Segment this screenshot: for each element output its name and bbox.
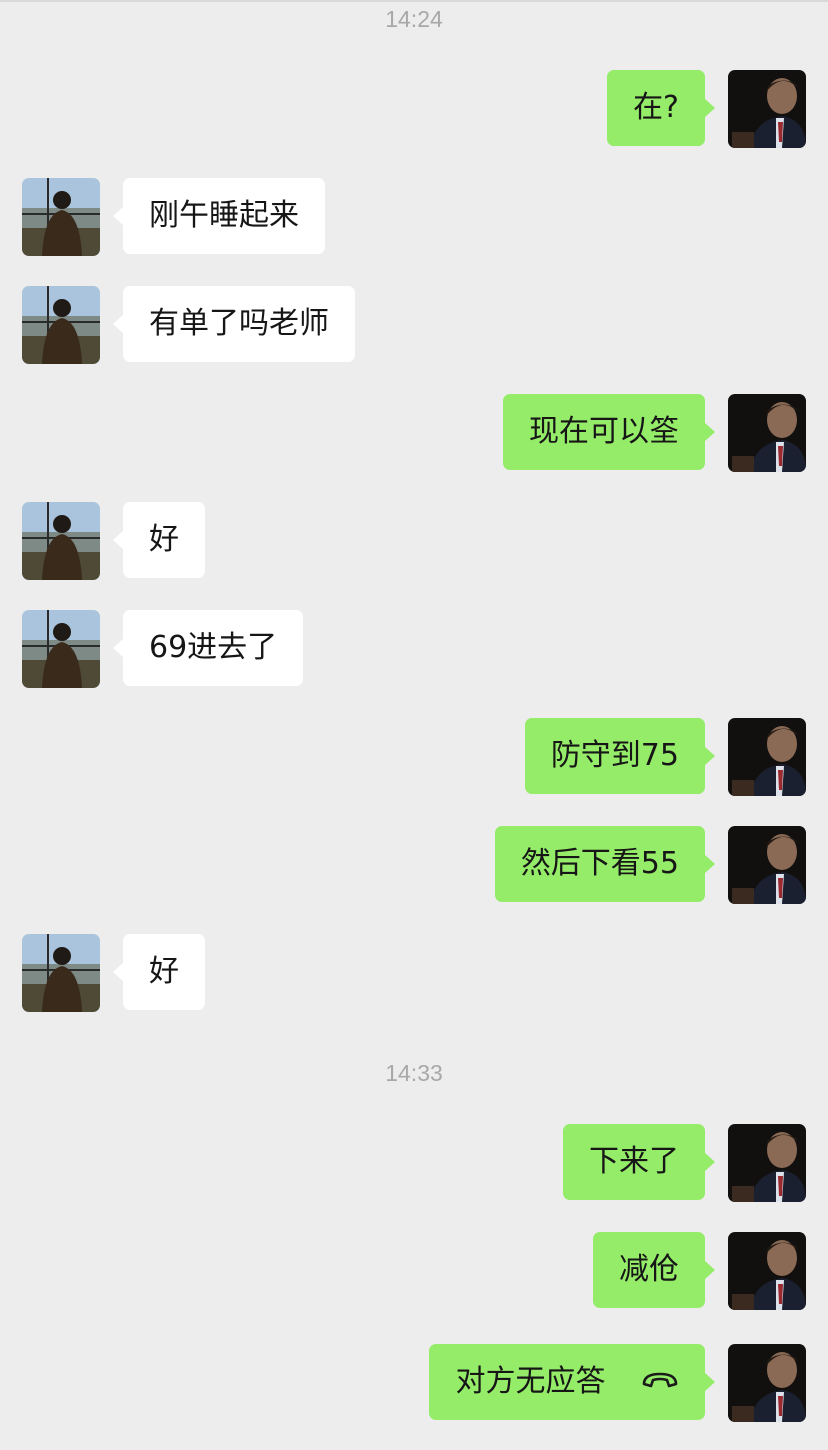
message-bubble[interactable]: 69进去了 (112, 610, 304, 686)
message-bubble[interactable]: 现在可以筌 (503, 394, 715, 470)
contact-avatar[interactable] (22, 934, 100, 1012)
message-row: 有单了吗老师 (0, 286, 828, 364)
message-bubble[interactable]: 在? (607, 70, 715, 146)
message-row: 减伧 (0, 1232, 828, 1310)
message-row: 好 (0, 934, 828, 1012)
my-avatar[interactable] (728, 718, 806, 796)
message-bubble[interactable]: 刚午睡起来 (113, 178, 325, 254)
message-row: 现在可以筌 (0, 394, 828, 472)
timestamp: 14:24 (385, 6, 443, 32)
message-bubble[interactable]: 减伧 (593, 1232, 715, 1308)
message-bubble[interactable]: 好 (113, 502, 205, 578)
message-row: 刚午睡起来 (0, 178, 828, 256)
message-row: 69进去了 (0, 610, 828, 688)
my-avatar[interactable] (728, 826, 806, 904)
message-bubble[interactable]: 下来了 (563, 1124, 715, 1200)
timestamp: 14:33 (385, 1060, 443, 1086)
message-row: 在? (0, 70, 828, 148)
my-avatar[interactable] (728, 1344, 806, 1422)
contact-avatar[interactable] (22, 610, 100, 688)
message-row: 好 (0, 502, 828, 580)
message-row: 然后下看55 (0, 826, 828, 904)
message-bubble[interactable]: 好 (113, 934, 205, 1010)
my-avatar[interactable] (728, 1232, 806, 1310)
my-avatar[interactable] (728, 1124, 806, 1202)
message-bubble[interactable]: 然后下看55 (494, 826, 716, 902)
my-avatar[interactable] (728, 394, 806, 472)
message-row: 下来了 (0, 1124, 828, 1202)
contact-avatar[interactable] (22, 286, 100, 364)
my-avatar[interactable] (728, 70, 806, 148)
phone-hangup-icon (641, 1343, 679, 1419)
message-row: 防守到75 (0, 718, 828, 796)
message-row: 对方无应答 (0, 1344, 828, 1422)
message-bubble[interactable]: 有单了吗老师 (113, 286, 355, 362)
call-record-bubble[interactable]: 对方无应答 (429, 1343, 715, 1420)
call-status-text: 对方无应答 (455, 1364, 606, 1399)
message-bubble[interactable]: 防守到75 (524, 718, 716, 794)
contact-avatar[interactable] (22, 502, 100, 580)
top-divider (0, 0, 828, 2)
contact-avatar[interactable] (22, 178, 100, 256)
